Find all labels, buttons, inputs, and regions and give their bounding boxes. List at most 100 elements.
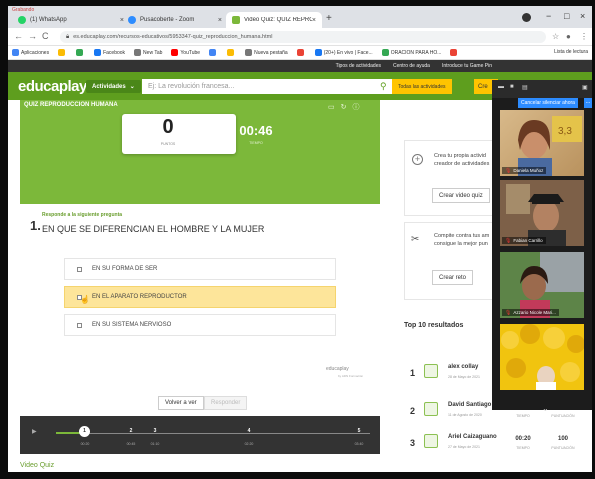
back-icon[interactable]: ← — [14, 31, 23, 41]
bookmark-item[interactable]: (20+) En vivo | Face... — [314, 49, 373, 56]
bookmark-icon — [381, 49, 389, 56]
bookmark-item[interactable]: ORACION PARA HO... — [381, 49, 441, 56]
play-icon[interactable]: ▶ — [32, 428, 37, 435]
participant-tile[interactable] — [500, 324, 584, 390]
timeline-marker-1[interactable]: 1 — [79, 426, 90, 437]
address-bar[interactable]: 🔒︎ es.educaplay.com/recursos-educativos/… — [60, 31, 546, 43]
activity-types-link[interactable]: Tipos de actividades — [336, 63, 381, 69]
site-top-bar: Tipos de actividades Centro de ayuda Int… — [8, 60, 592, 72]
new-tab-button[interactable]: + — [326, 13, 332, 24]
timeline-marker-4[interactable]: 4 — [244, 428, 254, 434]
educaplay-watermark-sub: by ADN Formación — [338, 374, 364, 378]
timeline-marker-5[interactable]: 5 — [354, 428, 364, 434]
forward-icon[interactable]: → — [28, 31, 37, 41]
bookmark-icon — [296, 49, 304, 56]
timeline-marker-2[interactable]: 2 — [126, 428, 136, 434]
participant-tile[interactable]: 🎙︎ Fabian Carrillo — [500, 180, 584, 246]
tab-educaplay[interactable]: Video Quiz: QUIZ REPRODUCCIÓN × — [226, 12, 322, 28]
activities-dropdown[interactable]: Actividades ⌄ — [86, 80, 141, 93]
avatar — [424, 402, 438, 416]
checkbox[interactable] — [77, 266, 82, 272]
create-video-quiz-button[interactable]: Crear video quiz — [432, 188, 490, 203]
create-text: Crea tu propia activid creador de activi… — [434, 153, 490, 167]
bookmarks-bar: Aplicaciones Facebook New Tab YouTube Nueva … — [8, 46, 592, 60]
maximize-button[interactable]: □ — [564, 11, 569, 21]
minimize-icon[interactable]: ▬ — [498, 84, 504, 90]
url-text: es.educaplay.com/recursos-educativos/595… — [73, 34, 273, 40]
search-icon[interactable]: ⚲ — [380, 81, 387, 92]
player-score: 100 — [557, 436, 568, 442]
menu-icon[interactable]: ⋮ — [580, 32, 588, 41]
compete-text: Compite contra tus am consigue la mejor … — [434, 233, 490, 247]
avatar — [424, 364, 438, 378]
bookmark-item[interactable]: Facebook — [94, 49, 125, 56]
bookmark-icon — [76, 49, 84, 56]
help-center-link[interactable]: Centro de ayuda — [393, 63, 430, 69]
answer-option-1[interactable]: EN SU FORMA DE SER — [64, 258, 336, 280]
rank-number: 3 — [410, 438, 416, 448]
more-icon[interactable]: ... — [584, 98, 592, 108]
browser-toolbar: ← → C 🔒︎ es.educaplay.com/recursos-educa… — [8, 28, 592, 46]
game-pin-link[interactable]: Introduce tu Game Pin — [442, 63, 492, 69]
bookmark-item[interactable]: YouTube — [171, 49, 200, 56]
bookmark-item[interactable] — [209, 49, 218, 56]
zoom-gallery-header[interactable] — [492, 80, 592, 98]
cancel-mute-banner[interactable]: Cancelar silenciar ahora — [518, 98, 578, 108]
star-icon[interactable]: ☆ — [552, 32, 559, 41]
bookmark-item[interactable]: Aplicaciones — [12, 49, 49, 56]
timer-label: TIEMPO — [249, 141, 263, 145]
profile-icon[interactable]: ● — [566, 32, 571, 41]
bookmark-item[interactable]: Nueva pestaña — [245, 49, 288, 56]
replay-button[interactable]: Volver a ver — [158, 396, 204, 410]
create-challenge-button[interactable]: Crear reto — [432, 270, 474, 285]
tab-zoom[interactable]: Pusacoberte - Zoom × — [122, 12, 228, 28]
mouse-cursor-icon: ☝ — [80, 295, 90, 304]
bookmark-item[interactable] — [296, 49, 306, 56]
bookmark-icon — [58, 49, 66, 56]
participant-tile[interactable]: 🎙︎ Azzario Nicole Mari... — [500, 252, 584, 318]
answer-button[interactable]: Responder — [204, 396, 248, 410]
time-label: TIEMPO — [516, 446, 530, 450]
bookmark-item[interactable] — [76, 49, 85, 56]
bookmark-icon — [245, 49, 253, 56]
record-icon[interactable] — [522, 13, 531, 22]
bookmark-item[interactable]: New Tab — [134, 49, 162, 56]
lock-icon: 🔒︎ — [66, 33, 70, 40]
option-label: EN EL APARATO REPRODUCTOR — [92, 294, 187, 300]
reload-icon[interactable]: C — [42, 31, 49, 41]
timeline-marker-3[interactable]: 3 — [150, 428, 160, 434]
bookmark-label: YouTube — [180, 49, 201, 56]
reading-list[interactable]: Lista de lectura — [554, 49, 588, 55]
participant-tile[interactable]: 3,3 🎙︎ Daniela Muñoz — [500, 110, 584, 176]
close-icon[interactable]: × — [218, 17, 222, 24]
tab-whatsapp[interactable]: (1) WhatsApp × — [12, 12, 130, 28]
close-icon[interactable]: × — [312, 17, 316, 24]
answer-option-2[interactable]: EN EL APARATO REPRODUCTOR — [64, 286, 336, 308]
bookmark-item[interactable] — [227, 49, 236, 56]
restart-icon[interactable]: ↻ — [341, 104, 353, 111]
search-input[interactable]: Ej: La revolución francesa... — [142, 79, 398, 94]
bookmark-item[interactable] — [450, 49, 459, 56]
checkbox[interactable] — [77, 322, 82, 328]
answer-option-3[interactable]: EN SU SISTEMA NERVIOSO — [64, 314, 336, 336]
score-label: PUNTOS — [160, 142, 176, 146]
info-icon[interactable]: ⓘ — [353, 104, 366, 111]
close-window-button[interactable]: × — [580, 11, 585, 21]
taskbar — [0, 472, 595, 479]
expand-icon[interactable]: ▣ — [582, 84, 588, 91]
educaplay-logo[interactable]: educaplay — [18, 78, 87, 95]
participant-name-label: 🎙︎ Daniela Muñoz — [502, 167, 547, 174]
rank-number: 2 — [410, 406, 416, 416]
timeline-track[interactable] — [56, 433, 370, 434]
view-icon[interactable]: ▤ — [522, 84, 528, 91]
grid-icon[interactable]: ■ — [510, 84, 514, 90]
chevron-down-icon[interactable]: ⌄ — [542, 404, 549, 413]
minimize-button[interactable]: − — [546, 11, 551, 21]
bookmark-label: New Tab — [143, 49, 163, 56]
fullscreen-icon[interactable]: ▭ — [328, 104, 341, 111]
video-timeline[interactable] — [20, 416, 380, 454]
bookmark-label: Facebook — [103, 49, 126, 56]
all-activities-button[interactable]: Todas las actividades — [392, 79, 452, 94]
bookmark-item[interactable] — [58, 49, 67, 56]
bookmark-icon — [314, 49, 322, 56]
